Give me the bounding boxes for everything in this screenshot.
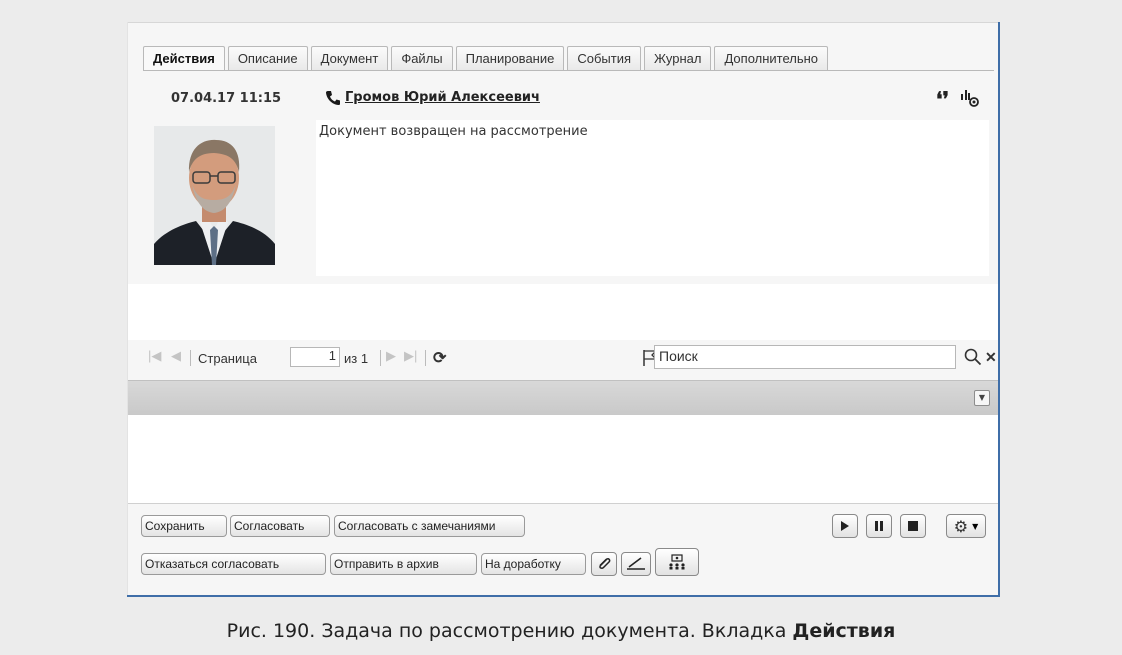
next-page-icon[interactable]: ▶ — [386, 348, 396, 364]
stop-button[interactable] — [900, 514, 926, 538]
tab-description[interactable]: Описание — [227, 46, 308, 70]
attach-button[interactable] — [591, 552, 617, 576]
panel-top-border — [128, 22, 998, 23]
pause-button[interactable] — [866, 514, 892, 538]
tab-document[interactable]: Документ — [310, 46, 389, 70]
play-icon — [841, 521, 849, 531]
send-to-archive-button[interactable]: Отправить в архив — [330, 553, 477, 575]
gear-menu-button[interactable]: ⚙ ▼ — [946, 514, 986, 538]
empty-area — [128, 284, 998, 340]
tab-bar: Действия Описание Документ Файлы Планиро… — [143, 46, 831, 71]
pause-icon — [875, 521, 883, 531]
caption-bold: Действия — [792, 620, 896, 642]
tabs-underline — [143, 70, 994, 71]
refresh-icon[interactable]: ⟳ — [433, 348, 446, 368]
tab-journal[interactable]: Журнал — [644, 46, 712, 70]
page-number-input[interactable]: 1 — [290, 347, 340, 367]
phone-icon — [326, 91, 340, 105]
column-menu-icon[interactable]: ▼ — [974, 390, 990, 406]
separator — [425, 350, 426, 366]
grid-body — [128, 415, 998, 504]
tab-events[interactable]: События — [567, 46, 642, 70]
approve-button[interactable]: Согласовать — [230, 515, 330, 537]
paperclip-icon — [599, 558, 611, 569]
figure-caption: Рис. 190. Задача по рассмотрению докумен… — [0, 620, 1122, 642]
search-input[interactable]: Поиск — [654, 345, 956, 369]
quote-icon[interactable]: ❛❜ — [936, 87, 949, 111]
hand-icon[interactable] — [959, 88, 981, 108]
pager-toolbar: |◀ ◀ Страница 1 из 1 ▶ ▶| ⟳ Поиск ✕ — [128, 340, 998, 378]
last-page-icon[interactable]: ▶| — [404, 348, 417, 364]
tab-actions[interactable]: Действия — [143, 46, 225, 71]
page-label: Страница — [198, 351, 257, 366]
clear-icon[interactable]: ✕ — [985, 349, 997, 366]
caption-text: Рис. 190. Задача по рассмотрению докумен… — [226, 620, 793, 642]
participants-button[interactable] — [655, 548, 699, 576]
message-date: 07.04.17 11:15 — [171, 91, 282, 106]
author-photo — [154, 126, 275, 265]
grid-header: ▼ — [128, 380, 998, 416]
tab-additional[interactable]: Дополнительно — [714, 46, 829, 70]
users-icon — [669, 554, 685, 570]
author-link[interactable]: Громов Юрий Алексеевич — [345, 90, 540, 105]
save-button[interactable]: Сохранить — [141, 515, 227, 537]
decline-approval-button[interactable]: Отказаться согласовать — [141, 553, 326, 575]
sign-button[interactable] — [621, 552, 651, 576]
prev-page-icon[interactable]: ◀ — [171, 348, 181, 364]
task-panel: Действия Описание Документ Файлы Планиро… — [127, 22, 1000, 597]
play-button[interactable] — [832, 514, 858, 538]
send-for-rework-button[interactable]: На доработку — [481, 553, 586, 575]
tab-planning[interactable]: Планирование — [455, 46, 565, 70]
message-text: Документ возвращен на рассмотрение — [316, 120, 989, 276]
approve-with-notes-button[interactable]: Согласовать с замечаниями — [334, 515, 525, 537]
gear-icon: ⚙ — [953, 516, 969, 536]
signature-icon — [627, 557, 645, 570]
stop-icon — [908, 521, 918, 531]
separator — [190, 350, 191, 366]
first-page-icon[interactable]: |◀ — [148, 348, 161, 364]
chevron-down-icon: ▼ — [972, 521, 979, 531]
page-total: из 1 — [344, 351, 369, 366]
search-icon[interactable] — [964, 348, 982, 366]
separator — [380, 350, 381, 366]
tab-files[interactable]: Файлы — [391, 46, 453, 70]
